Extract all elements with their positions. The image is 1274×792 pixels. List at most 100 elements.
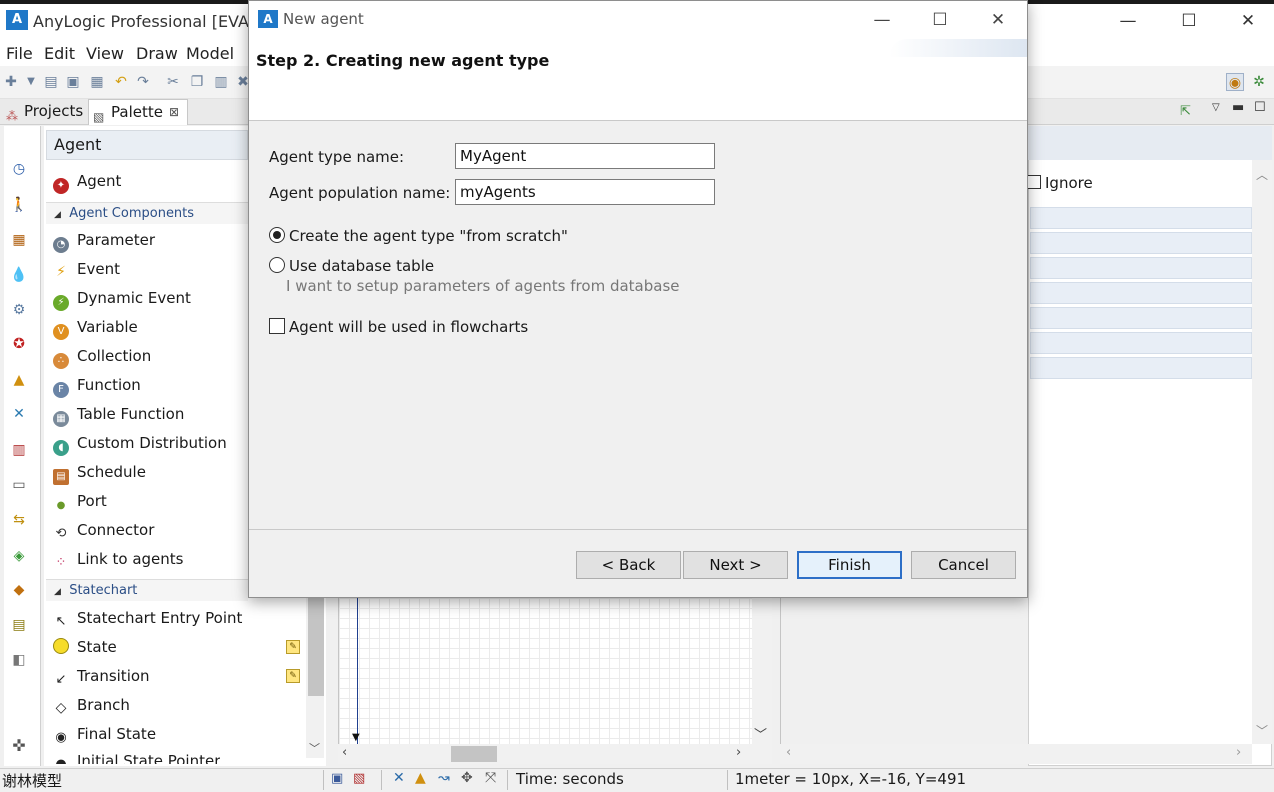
presentation-category-icon[interactable]: ▲ xyxy=(10,371,28,389)
properties-vertical-scrollbar[interactable] xyxy=(1252,160,1272,744)
property-section-row[interactable] xyxy=(1030,232,1252,254)
status-path-icon[interactable]: ↝ xyxy=(438,770,450,786)
properties-scroll-up-icon[interactable]: ︿ xyxy=(1256,166,1268,183)
palette-item-schedule[interactable]: ▤ Schedule xyxy=(53,463,146,489)
shapes-3d-category-icon[interactable]: ◆ xyxy=(10,581,28,599)
library-category-icon[interactable]: ◧ xyxy=(10,651,28,669)
open-external-icon[interactable]: ⇱ xyxy=(1180,104,1191,119)
agent-category-icon[interactable]: ✪ xyxy=(10,335,28,353)
palette-item-partial[interactable]: ● Initial State Pointer xyxy=(53,752,220,764)
radio-from-scratch-label[interactable]: Create the agent type "from scratch" xyxy=(289,227,568,245)
status-move-icon[interactable]: ✥ xyxy=(461,770,473,786)
menu-file[interactable]: File xyxy=(6,44,33,63)
property-section-row[interactable] xyxy=(1030,282,1252,304)
palette-item-parameter[interactable]: ◔ Parameter xyxy=(53,231,155,257)
space-markup-category-icon[interactable]: ✕ xyxy=(10,405,28,423)
fluid-category-icon[interactable]: 💧 xyxy=(10,266,28,284)
canvas-scroll-left-icon[interactable]: ‹ xyxy=(342,745,347,760)
next-button[interactable]: Next > xyxy=(683,551,788,579)
view-maximize-icon[interactable]: ☐ xyxy=(1254,100,1266,115)
canvas-vertical-scrollbar[interactable] xyxy=(752,598,772,744)
status-shapes-icon[interactable]: ▲ xyxy=(415,770,426,786)
properties-scroll-right-icon[interactable]: › xyxy=(1236,745,1241,760)
state-edit-icon[interactable]: ✎ xyxy=(286,640,300,654)
dialog-close-icon[interactable]: ✕ xyxy=(975,7,1021,33)
dialog-maximize-icon[interactable]: ☐ xyxy=(917,7,963,33)
palette-item-custom-distribution[interactable]: ◖ Custom Distribution xyxy=(53,434,227,460)
status-markup-icon[interactable]: ✕ xyxy=(393,770,405,786)
section-statechart[interactable]: ◢ Statechart xyxy=(46,579,248,601)
palette-item-transition[interactable]: ↙ Transition xyxy=(53,667,150,693)
property-section-row[interactable] xyxy=(1030,357,1252,379)
graphical-editor-canvas[interactable] xyxy=(338,598,752,744)
palette-item-dynamic-event[interactable]: ⚡ Dynamic Event xyxy=(53,289,191,315)
radio-database-table[interactable] xyxy=(269,257,285,273)
palette-item-agent[interactable]: ✦ Agent xyxy=(53,172,121,198)
canvas-hscroll-thumb[interactable] xyxy=(451,746,497,762)
cut-icon[interactable]: ✂ xyxy=(164,73,182,91)
tab-close-icon[interactable]: ⊠ xyxy=(169,100,179,124)
save-all-icon[interactable]: ▦ xyxy=(88,73,106,91)
property-section-row[interactable] xyxy=(1030,207,1252,229)
new-dropdown-icon[interactable]: ▼ xyxy=(22,73,40,91)
properties-scroll-down-icon[interactable]: ﹀ xyxy=(1256,722,1268,739)
modeling-perspective-icon[interactable]: ◉ xyxy=(1226,73,1244,91)
finish-button[interactable]: Finish xyxy=(797,551,902,579)
menu-model[interactable]: Model xyxy=(186,44,234,63)
redo-icon[interactable]: ↷ xyxy=(134,73,152,91)
tab-palette[interactable]: ▧ Palette ⊠ xyxy=(88,99,188,125)
properties-horizontal-scrollbar[interactable] xyxy=(780,744,1252,764)
view-minimize-icon[interactable]: ▬ xyxy=(1232,100,1244,115)
menu-edit[interactable]: Edit xyxy=(44,44,75,63)
close-icon[interactable]: ✕ xyxy=(1225,6,1271,36)
connectivity-category-icon[interactable]: ⇆ xyxy=(10,511,28,529)
pictures-category-icon[interactable]: ◈ xyxy=(10,547,28,565)
ignore-checkbox[interactable] xyxy=(1027,175,1041,189)
palette-item-connector[interactable]: ⟲ Connector xyxy=(53,521,155,547)
palette-item-table-function[interactable]: ▦ Table Function xyxy=(53,405,184,431)
status-console-icon[interactable]: ▣ xyxy=(331,771,343,786)
menu-view[interactable]: View xyxy=(86,44,124,63)
rail-category-icon[interactable]: ▦ xyxy=(10,231,28,249)
paste-icon[interactable]: ▥ xyxy=(212,73,230,91)
status-problems-icon[interactable]: ▧ xyxy=(353,771,365,786)
controls-category-icon[interactable]: ▭ xyxy=(10,476,28,494)
menu-draw[interactable]: Draw xyxy=(136,44,178,63)
palette-scroll-thumb[interactable] xyxy=(308,598,324,696)
palette-item-link-to-agents[interactable]: ⁘ Link to agents xyxy=(53,550,184,576)
scroll-down-icon[interactable]: ﹀ xyxy=(309,740,320,756)
cancel-button[interactable]: Cancel xyxy=(911,551,1016,579)
dialog-minimize-icon[interactable]: — xyxy=(859,7,905,33)
property-section-row[interactable] xyxy=(1030,307,1252,329)
agent-population-name-input[interactable] xyxy=(455,179,715,205)
palette-item-branch[interactable]: ◇ Branch xyxy=(53,696,130,722)
undo-icon[interactable]: ↶ xyxy=(112,73,130,91)
materials-category-icon[interactable]: ▤ xyxy=(10,616,28,634)
status-pointer-icon[interactable]: ⤧ xyxy=(485,770,496,786)
radio-database-table-label[interactable]: Use database table xyxy=(289,257,434,275)
section-agent-components[interactable]: ◢ Agent Components xyxy=(46,202,248,224)
minimize-icon[interactable]: — xyxy=(1105,6,1151,36)
palette-item-collection[interactable]: ∴ Collection xyxy=(53,347,151,373)
flowchart-checkbox[interactable] xyxy=(269,318,285,334)
run-perspective-icon[interactable]: ✲ xyxy=(1250,73,1268,91)
palette-item-state[interactable]: State xyxy=(53,638,117,664)
new-model-icon[interactable]: ✚ xyxy=(2,73,20,91)
properties-scroll-left-icon[interactable]: ‹ xyxy=(786,745,791,760)
view-menu-icon[interactable]: ▽ xyxy=(1212,102,1220,113)
palette-item-final-state[interactable]: ◉ Final State xyxy=(53,725,156,751)
palette-item-port[interactable]: ● Port xyxy=(53,492,107,518)
copy-icon[interactable]: ❐ xyxy=(188,73,206,91)
palette-item-variable[interactable]: V Variable xyxy=(53,318,138,344)
palette-item-event[interactable]: ⚡ Event xyxy=(53,260,120,286)
radio-from-scratch[interactable] xyxy=(269,227,285,243)
open-icon[interactable]: ▤ xyxy=(42,73,60,91)
canvas-horizontal-scrollbar[interactable] xyxy=(338,744,772,764)
analysis-category-icon[interactable]: ▥ xyxy=(10,441,28,459)
agent-type-name-input[interactable] xyxy=(455,143,715,169)
pedestrian-category-icon[interactable]: 🚶 xyxy=(10,196,28,214)
save-icon[interactable]: ▣ xyxy=(64,73,82,91)
maximize-icon[interactable]: ☐ xyxy=(1166,6,1212,36)
canvas-scroll-right-icon[interactable]: › xyxy=(736,745,741,760)
tab-projects[interactable]: ⁂ Projects xyxy=(2,99,86,125)
